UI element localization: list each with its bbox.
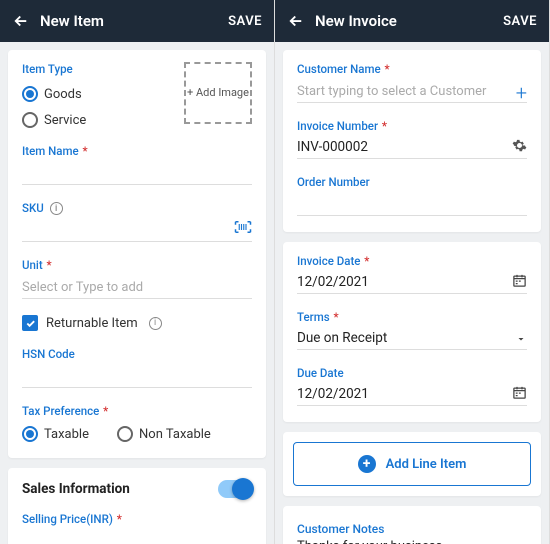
customer-notes-value[interactable]: Thanks for your business.	[297, 539, 527, 544]
calendar-icon[interactable]	[512, 273, 527, 288]
sales-info-title: Sales Information	[22, 481, 130, 497]
add-line-item-button[interactable]: + Add Line Item	[293, 442, 531, 486]
radio-unselected-icon	[22, 112, 38, 128]
returnable-checkbox-row[interactable]: Returnable Item i	[22, 315, 252, 331]
barcode-icon[interactable]	[234, 220, 252, 234]
info-icon[interactable]: i	[50, 202, 63, 215]
invoice-date-value[interactable]: 12/02/2021	[297, 271, 527, 294]
item-details-card: Item Type Goods Service + Add Image	[8, 50, 266, 458]
terms-select[interactable]: Due on Receipt	[297, 327, 527, 350]
selling-price-input[interactable]	[22, 529, 252, 544]
unit-input[interactable]	[22, 275, 252, 299]
dates-card: Invoice Date * 12/02/2021 Terms * Due on…	[283, 242, 541, 422]
page-title: New Invoice	[315, 12, 503, 30]
invoice-date-label: Invoice Date *	[297, 254, 527, 268]
checkbox-checked-icon	[22, 315, 38, 331]
order-number-input[interactable]	[297, 192, 527, 216]
add-image-label: + Add Image	[187, 86, 249, 100]
chevron-down-icon	[515, 333, 527, 345]
sku-label: SKU i	[22, 201, 252, 215]
customer-notes-label: Customer Notes	[297, 522, 384, 536]
radio-taxable-label: Taxable	[44, 427, 89, 442]
gear-icon[interactable]	[512, 138, 527, 153]
notes-card: Customer Notes Thanks for your business.…	[283, 506, 541, 544]
hsn-input[interactable]	[22, 364, 252, 388]
calendar-icon[interactable]	[512, 385, 527, 400]
radio-selected-icon	[22, 86, 38, 102]
add-image-button[interactable]: + Add Image	[184, 62, 252, 124]
header-bar: New Item SAVE	[0, 0, 274, 42]
returnable-label: Returnable Item	[46, 316, 138, 331]
radio-service-label: Service	[44, 113, 86, 128]
selling-price-label: Selling Price(INR) *	[22, 512, 252, 526]
radio-non-taxable[interactable]: Non Taxable	[117, 426, 211, 442]
customer-card: Customer Name * + Invoice Number * INV-0…	[283, 50, 541, 232]
add-line-item-label: Add Line Item	[386, 457, 467, 472]
content-scroll: Customer Name * + Invoice Number * INV-0…	[275, 42, 549, 544]
header-bar: New Invoice SAVE	[275, 0, 549, 42]
radio-unselected-icon	[117, 426, 133, 442]
radio-non-taxable-label: Non Taxable	[139, 427, 211, 442]
back-arrow-icon[interactable]	[12, 12, 30, 30]
customer-input[interactable]	[297, 79, 527, 103]
radio-goods-label: Goods	[44, 87, 82, 102]
info-icon[interactable]: i	[149, 317, 162, 330]
plus-circle-icon: +	[358, 455, 376, 473]
item-type-label: Item Type	[22, 62, 86, 76]
sales-toggle[interactable]	[218, 480, 252, 498]
invoice-number-label: Invoice Number *	[297, 119, 527, 133]
line-items-card: + Add Line Item	[283, 432, 541, 496]
sku-input[interactable]	[22, 218, 252, 242]
radio-service[interactable]: Service	[22, 112, 86, 128]
new-item-pane: New Item SAVE Item Type Goods Service	[0, 0, 275, 544]
back-arrow-icon[interactable]	[287, 12, 305, 30]
sales-info-card: Sales Information Selling Price(INR) * A…	[8, 468, 266, 544]
invoice-number-value[interactable]: INV-000002	[297, 136, 527, 159]
unit-label: Unit *	[22, 258, 252, 272]
due-date-value[interactable]: 12/02/2021	[297, 383, 527, 406]
save-button[interactable]: SAVE	[228, 14, 262, 29]
terms-label: Terms *	[297, 310, 527, 324]
customer-label: Customer Name *	[297, 62, 527, 76]
radio-selected-icon	[22, 426, 38, 442]
radio-taxable[interactable]: Taxable	[22, 426, 89, 442]
item-name-label: Item Name *	[22, 144, 252, 158]
item-name-input[interactable]	[22, 161, 252, 185]
new-invoice-pane: New Invoice SAVE Customer Name * + Invoi…	[275, 0, 550, 544]
radio-goods[interactable]: Goods	[22, 86, 86, 102]
content-scroll: Item Type Goods Service + Add Image	[0, 42, 274, 544]
add-customer-icon[interactable]: +	[516, 81, 527, 105]
save-button[interactable]: SAVE	[503, 14, 537, 29]
tax-pref-label: Tax Preference *	[22, 404, 252, 418]
due-date-label: Due Date	[297, 366, 527, 380]
page-title: New Item	[40, 12, 228, 30]
hsn-label: HSN Code	[22, 347, 252, 361]
order-number-label: Order Number	[297, 175, 527, 189]
